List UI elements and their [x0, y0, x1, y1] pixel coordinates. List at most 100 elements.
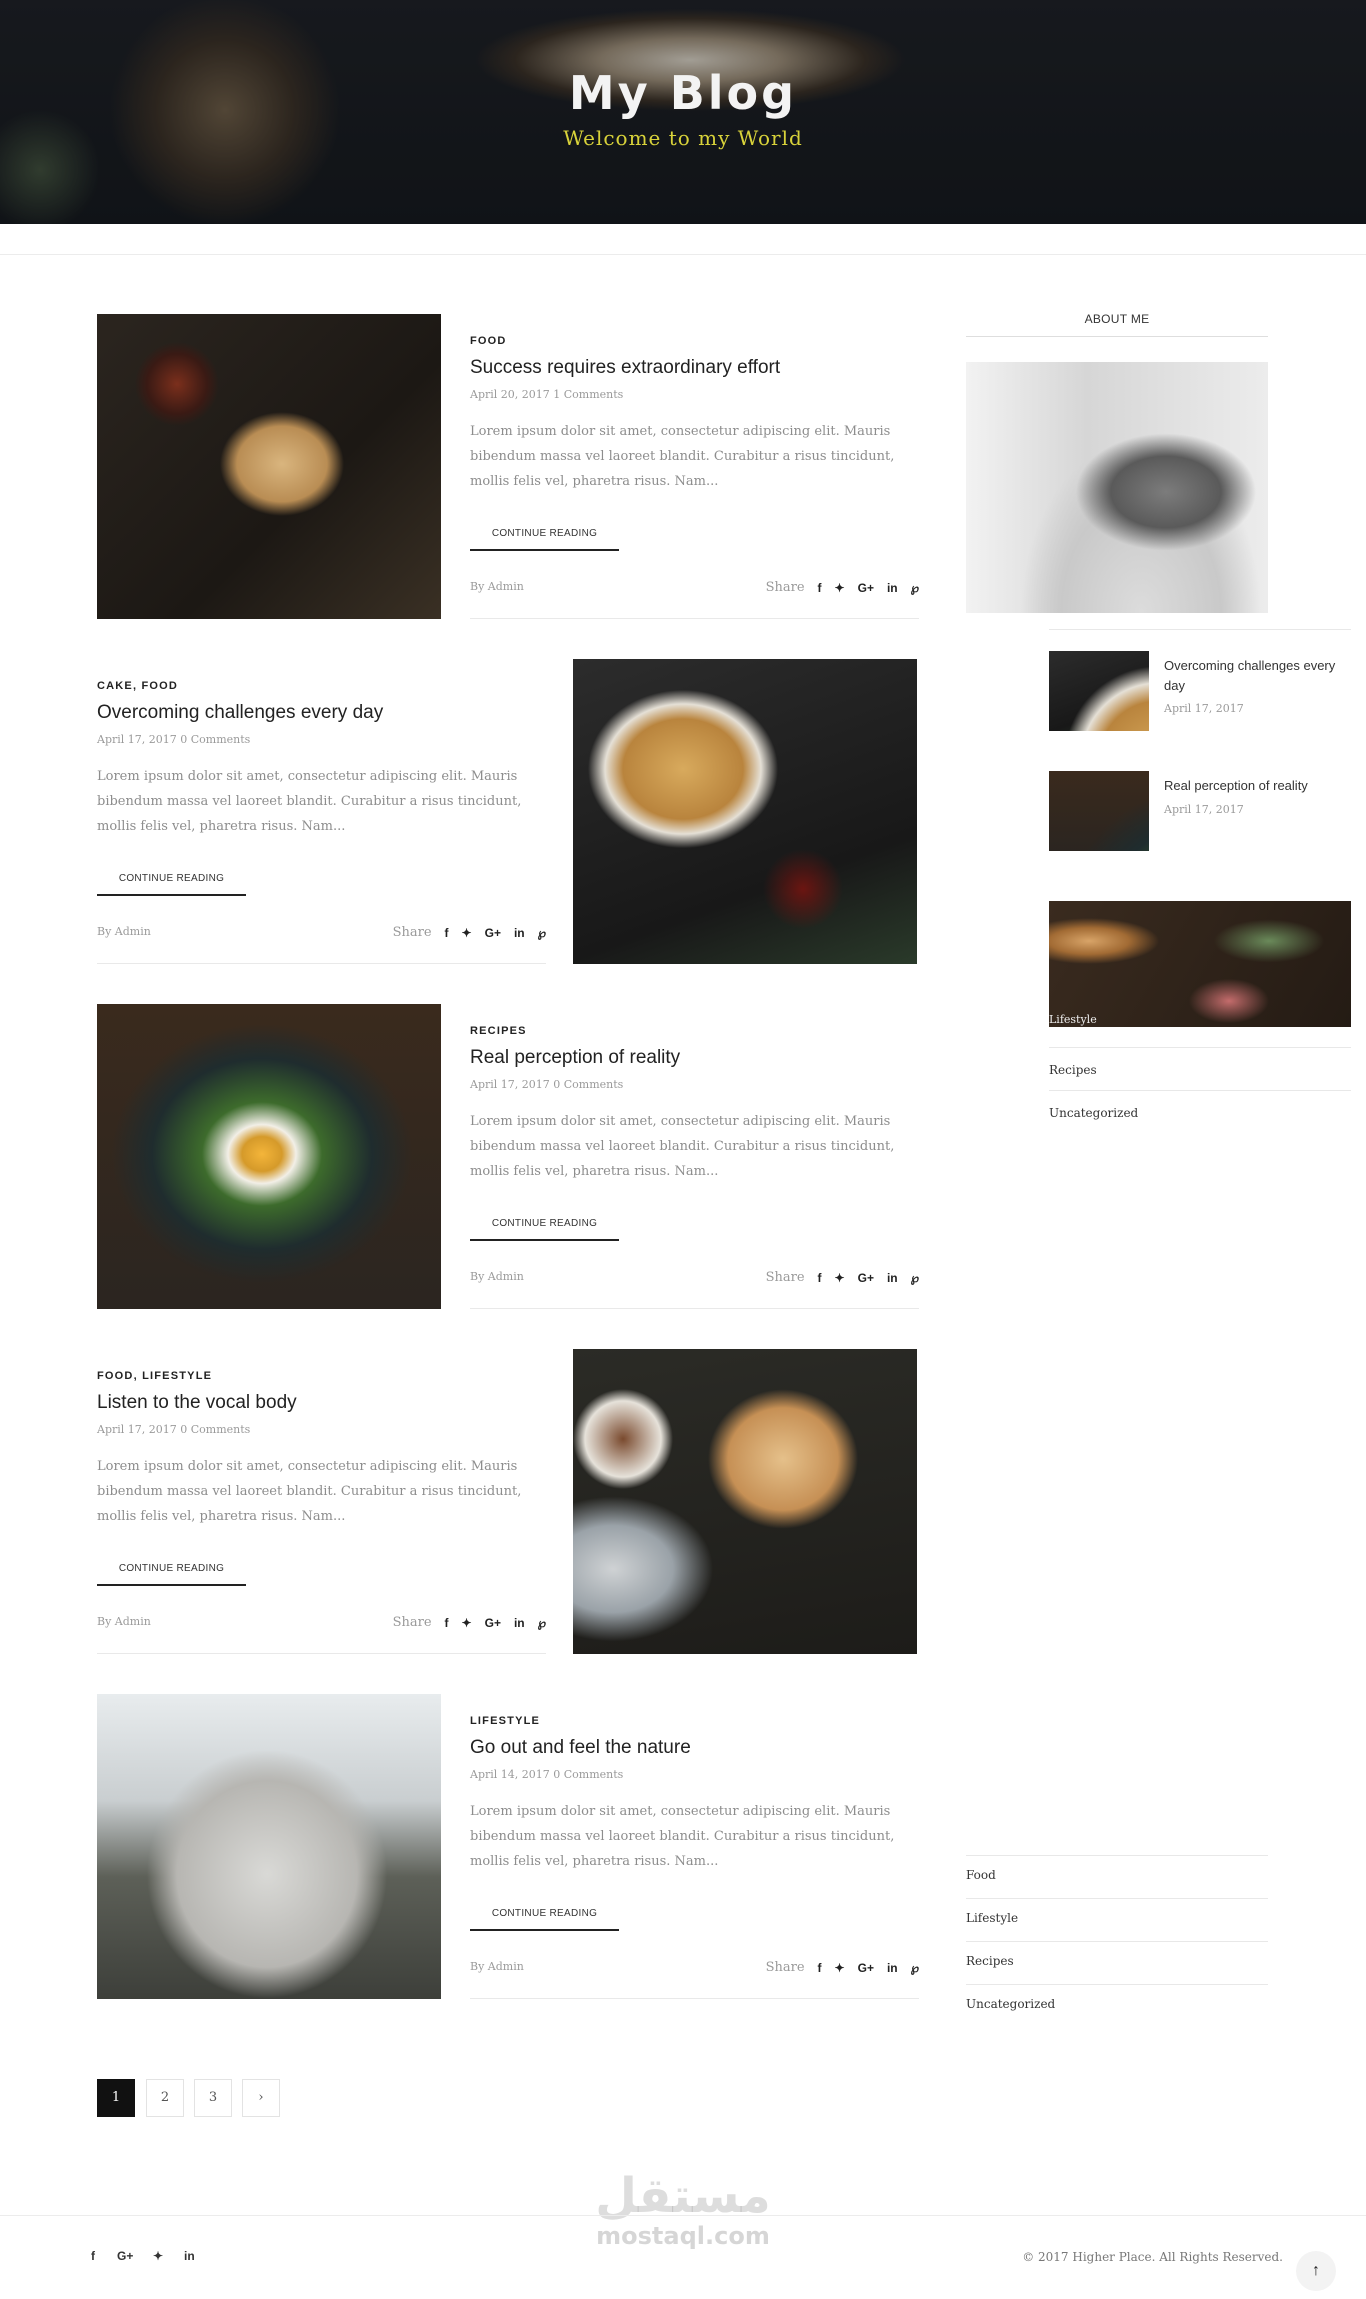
- google-plus-icon[interactable]: G+: [485, 1616, 501, 1630]
- recent-post-item[interactable]: Real perception of reality April 17, 201…: [1049, 771, 1351, 851]
- continue-reading-button[interactable]: CONTINUE READING: [470, 526, 619, 551]
- google-plus-icon[interactable]: G+: [858, 1271, 874, 1285]
- linkedin-icon[interactable]: in: [514, 926, 525, 940]
- next-page-button[interactable]: ›: [242, 2079, 280, 2117]
- category-link-uncategorized[interactable]: Uncategorized: [966, 1997, 1055, 2011]
- google-plus-icon[interactable]: G+: [117, 2249, 133, 2263]
- site-tagline: Welcome to my World: [563, 126, 803, 150]
- post-category[interactable]: FOOD, LIFESTYLE: [97, 1370, 212, 1382]
- footer-divider: [0, 2215, 1366, 2216]
- post-image[interactable]: [573, 1349, 917, 1654]
- post-excerpt: Lorem ipsum dolor sit amet, consectetur …: [470, 1804, 895, 1869]
- recent-post-item[interactable]: Overcoming challenges every day April 17…: [1049, 651, 1351, 731]
- facebook-icon[interactable]: f: [818, 1271, 822, 1285]
- linkedin-icon[interactable]: in: [887, 1271, 898, 1285]
- pinterest-icon[interactable]: ℘: [538, 1616, 546, 1630]
- facebook-icon[interactable]: f: [818, 1961, 822, 1975]
- post-author[interactable]: By Admin: [470, 1960, 524, 1973]
- facebook-icon[interactable]: f: [818, 581, 822, 595]
- share-bar: Share f ✦ G+ in ℘: [766, 1960, 919, 1975]
- post-title[interactable]: Go out and feel the nature: [470, 1737, 691, 1759]
- facebook-icon[interactable]: f: [445, 926, 449, 940]
- google-plus-icon[interactable]: G+: [858, 581, 874, 595]
- post-title[interactable]: Listen to the vocal body: [97, 1392, 297, 1414]
- back-to-top-button[interactable]: ↑: [1296, 2251, 1336, 2291]
- post-content: FOOD Success requires extraordinary effo…: [470, 314, 919, 619]
- post-meta: April 20, 2017 1 Comments: [470, 388, 624, 401]
- post-category[interactable]: RECIPES: [470, 1025, 527, 1037]
- recent-post-date: April 17, 2017: [1164, 803, 1244, 816]
- post-card: RECIPES Real perception of reality April…: [97, 1004, 919, 1309]
- twitter-icon[interactable]: ✦: [462, 926, 472, 940]
- category-divider: [966, 1984, 1268, 1985]
- copyright-text: © 2017 Higher Place. All Rights Reserved…: [1022, 2250, 1283, 2264]
- post-divider: [470, 1998, 919, 1999]
- recent-post-date: April 17, 2017: [1164, 702, 1244, 715]
- post-excerpt: Lorem ipsum dolor sit amet, consectetur …: [97, 1459, 522, 1524]
- post-title[interactable]: Real perception of reality: [470, 1047, 680, 1069]
- linkedin-icon[interactable]: in: [514, 1616, 525, 1630]
- sidebar-banner-image[interactable]: Lifestyle: [1049, 901, 1351, 1027]
- post-title[interactable]: Overcoming challenges every day: [97, 702, 383, 724]
- continue-reading-button[interactable]: CONTINUE READING: [97, 871, 246, 896]
- continue-reading-button[interactable]: CONTINUE READING: [470, 1216, 619, 1241]
- site-title[interactable]: My Blog: [0, 66, 1366, 120]
- page-button-2[interactable]: 2: [146, 2079, 184, 2117]
- twitter-icon[interactable]: ✦: [835, 1271, 845, 1285]
- continue-reading-button[interactable]: CONTINUE READING: [97, 1561, 246, 1586]
- post-image[interactable]: [97, 1004, 441, 1309]
- post-title[interactable]: Success requires extraordinary effort: [470, 357, 780, 379]
- post-image[interactable]: [97, 1694, 441, 1999]
- page-button-1[interactable]: 1: [97, 2079, 135, 2117]
- category-link-lifestyle[interactable]: Lifestyle: [966, 1911, 1018, 1925]
- pinterest-icon[interactable]: ℘: [911, 1271, 919, 1285]
- pinterest-icon[interactable]: ℘: [911, 581, 919, 595]
- pinterest-icon[interactable]: ℘: [538, 926, 546, 940]
- category-link-food[interactable]: Food: [966, 1868, 996, 1882]
- continue-reading-button[interactable]: CONTINUE READING: [470, 1906, 619, 1931]
- post-meta: April 17, 2017 0 Comments: [470, 1078, 624, 1091]
- google-plus-icon[interactable]: G+: [485, 926, 501, 940]
- recent-post-title[interactable]: Overcoming challenges every day: [1164, 656, 1339, 696]
- post-content: LIFESTYLE Go out and feel the nature Apr…: [470, 1694, 919, 1999]
- post-author[interactable]: By Admin: [97, 1615, 151, 1628]
- post-author[interactable]: By Admin: [97, 925, 151, 938]
- post-card: FOOD, LIFESTYLE Listen to the vocal body…: [97, 1349, 917, 1654]
- page-button-3[interactable]: 3: [194, 2079, 232, 2117]
- twitter-icon[interactable]: ✦: [153, 2249, 163, 2263]
- category-link-recipes[interactable]: Recipes: [1049, 1063, 1097, 1077]
- facebook-icon[interactable]: f: [91, 2249, 95, 2263]
- category-link-recipes[interactable]: Recipes: [966, 1954, 1014, 1968]
- about-me-heading: ABOUT ME: [1084, 312, 1150, 326]
- post-category[interactable]: FOOD: [470, 335, 507, 347]
- twitter-icon[interactable]: ✦: [462, 1616, 472, 1630]
- about-me-photo: [966, 362, 1268, 613]
- category-divider: [1049, 1047, 1351, 1048]
- post-image[interactable]: [573, 659, 917, 964]
- linkedin-icon[interactable]: in: [887, 581, 898, 595]
- hero-banner: My Blog Welcome to my World: [0, 0, 1366, 224]
- post-author[interactable]: By Admin: [470, 1270, 524, 1283]
- about-me-divider: [966, 336, 1268, 337]
- share-label: Share: [765, 1960, 805, 1975]
- post-card: FOOD Success requires extraordinary effo…: [97, 314, 919, 619]
- linkedin-icon[interactable]: in: [184, 2249, 195, 2263]
- post-divider: [470, 618, 919, 619]
- post-divider: [97, 1653, 546, 1654]
- post-author[interactable]: By Admin: [470, 580, 524, 593]
- recent-post-title[interactable]: Real perception of reality: [1164, 776, 1339, 796]
- twitter-icon[interactable]: ✦: [835, 581, 845, 595]
- linkedin-icon[interactable]: in: [887, 1961, 898, 1975]
- post-image[interactable]: [97, 314, 441, 619]
- post-card: LIFESTYLE Go out and feel the nature Apr…: [97, 1694, 919, 1999]
- recent-post-thumbnail[interactable]: [1049, 651, 1149, 731]
- post-category[interactable]: LIFESTYLE: [470, 1715, 540, 1727]
- pinterest-icon[interactable]: ℘: [911, 1961, 919, 1975]
- category-link-uncategorized[interactable]: Uncategorized: [1049, 1106, 1138, 1120]
- recent-post-thumbnail[interactable]: [1049, 771, 1149, 851]
- post-divider: [97, 963, 546, 964]
- facebook-icon[interactable]: f: [445, 1616, 449, 1630]
- post-category[interactable]: CAKE, FOOD: [97, 680, 178, 692]
- twitter-icon[interactable]: ✦: [835, 1961, 845, 1975]
- google-plus-icon[interactable]: G+: [858, 1961, 874, 1975]
